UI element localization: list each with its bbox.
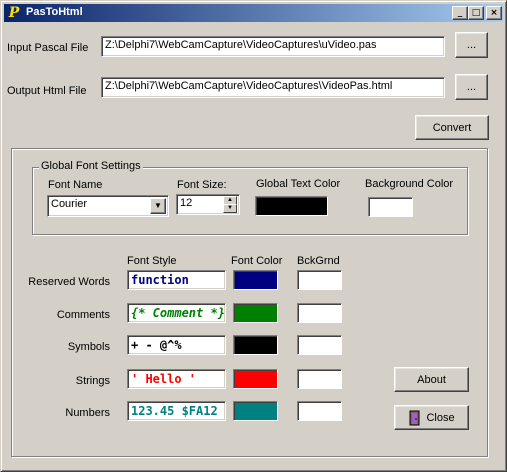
bg-color-label: Background Color xyxy=(365,178,454,190)
font-style-sample[interactable]: ' Hello ' xyxy=(127,369,226,389)
font-style-sample[interactable]: {* Comment *} xyxy=(127,303,226,323)
syntax-row-label: Comments xyxy=(56,309,110,321)
window-title: PasToHtml xyxy=(26,6,83,18)
syntax-row-label: Numbers xyxy=(65,407,110,419)
chevron-down-icon[interactable]: ▼ xyxy=(150,198,166,214)
font-name-combo[interactable]: Courier ▼ xyxy=(47,195,169,217)
font-size-spinner[interactable]: 12 ▲ ▼ xyxy=(176,194,240,215)
global-font-group: Global Font Settings Font Name Courier ▼… xyxy=(32,160,468,235)
col-font-style-header: Font Style xyxy=(127,255,177,267)
font-name-label: Font Name xyxy=(48,179,103,191)
output-file-field[interactable]: Z:\Delphi7\WebCamCapture\VideoCaptures\V… xyxy=(101,77,445,98)
door-exit-icon xyxy=(408,410,422,426)
font-color-swatch[interactable] xyxy=(233,270,278,290)
input-file-label: Input Pascal File xyxy=(7,42,89,54)
background-color-swatch[interactable] xyxy=(297,270,342,290)
about-button[interactable]: About xyxy=(394,367,469,392)
font-color-swatch[interactable] xyxy=(233,303,278,323)
spin-down-icon[interactable]: ▼ xyxy=(223,204,237,213)
font-size-label: Font Size: xyxy=(177,179,227,191)
font-style-sample[interactable]: 123.45 $FA12 xyxy=(127,401,226,421)
background-color-swatch[interactable] xyxy=(297,401,342,421)
font-style-sample[interactable]: function xyxy=(127,270,226,290)
close-button-label: Close xyxy=(426,411,455,424)
col-font-color-header: Font Color xyxy=(231,255,283,267)
syntax-row-label: Strings xyxy=(75,375,110,387)
global-font-caption: Global Font Settings xyxy=(39,160,143,172)
convert-button[interactable]: Convert xyxy=(415,115,489,140)
font-color-swatch[interactable] xyxy=(233,401,278,421)
font-name-value: Courier xyxy=(51,198,88,210)
output-browse-button[interactable]: ... xyxy=(455,74,488,100)
font-color-swatch[interactable] xyxy=(233,335,278,355)
input-browse-button[interactable]: ... xyxy=(455,32,488,58)
background-color-swatch[interactable] xyxy=(368,197,413,217)
syntax-row-label: Reserved Words xyxy=(28,276,110,288)
background-color-swatch[interactable] xyxy=(297,303,342,323)
font-style-sample[interactable]: + - @^% xyxy=(127,335,226,355)
text-color-label: Global Text Color xyxy=(256,178,341,190)
settings-panel: Global Font Settings Font Name Courier ▼… xyxy=(11,148,488,457)
font-color-swatch[interactable] xyxy=(233,369,278,389)
close-window-button[interactable]: × xyxy=(486,6,502,20)
background-color-swatch[interactable] xyxy=(297,369,342,389)
syntax-row-label: Symbols xyxy=(67,341,110,353)
output-file-label: Output Html File xyxy=(7,85,87,97)
app-icon: P xyxy=(8,5,20,21)
minimize-button[interactable]: _ xyxy=(452,6,468,20)
maximize-button[interactable]: □ xyxy=(468,6,484,20)
title-bar[interactable]: P PasToHtml _ □ × xyxy=(4,4,503,22)
main-window: P PasToHtml _ □ × Input Pascal File Z:\D… xyxy=(0,0,507,472)
col-bckgrnd-header: BckGrnd xyxy=(297,255,340,267)
close-button[interactable]: Close xyxy=(394,405,469,430)
background-color-swatch[interactable] xyxy=(297,335,342,355)
input-file-field[interactable]: Z:\Delphi7\WebCamCapture\VideoCaptures\u… xyxy=(101,36,445,57)
font-size-value: 12 xyxy=(180,197,193,209)
global-text-color-swatch[interactable] xyxy=(255,196,328,216)
